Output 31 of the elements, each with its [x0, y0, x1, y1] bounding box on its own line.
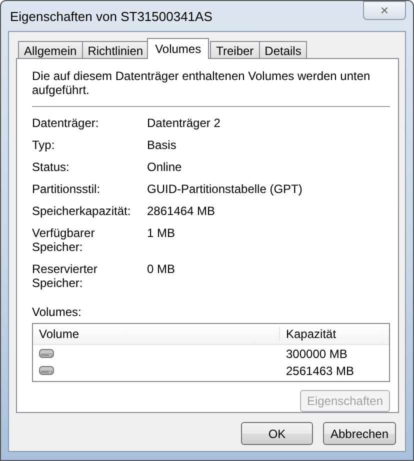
tab[interactable]: Details	[258, 41, 308, 59]
tab[interactable]: Treiber	[210, 41, 260, 59]
property-value: GUID-Partitionstabelle (GPT)	[147, 182, 304, 196]
property-label: Speicherkapazität:	[32, 204, 132, 218]
window-title: Eigenschaften von ST31500341AS	[9, 8, 212, 24]
property-value: Online	[147, 160, 183, 174]
column-header[interactable]: Kapazität	[280, 326, 336, 341]
property-label: Datenträger:	[32, 116, 100, 130]
property-label: Partitionsstil:	[32, 182, 102, 196]
drive-icon	[39, 366, 54, 376]
volumes-label: Volumes:	[32, 304, 82, 319]
capacity-cell-text: 2561463 MB	[285, 364, 354, 378]
property-value: 1 MB	[147, 226, 176, 242]
capacity-cell-text: 300000 MB	[285, 346, 348, 361]
tab[interactable]: Allgemein	[18, 41, 83, 59]
property-label: Reservierter Speicher:	[32, 262, 98, 290]
property-label: Typ:	[32, 138, 56, 152]
tab[interactable]: Richtlinien	[82, 41, 150, 59]
property-value: Datenträger 2	[147, 116, 222, 130]
property-label: Status:	[32, 160, 70, 174]
dialog-button[interactable]: OK	[241, 422, 313, 445]
intro-text: Die auf diesem Datenträger enthaltenen Volumes werden unten aufgeführt.	[32, 69, 372, 97]
property-value: 0 MB	[147, 262, 176, 278]
column-header[interactable]: Volume	[33, 326, 280, 341]
property-value: 2861464 MB	[147, 204, 216, 218]
property-value: Basis	[147, 138, 178, 152]
property-label: Verfügbarer Speicher:	[32, 226, 96, 254]
tab[interactable]: Volumes	[147, 38, 210, 59]
close-button[interactable]: ×	[363, 0, 406, 20]
dialog-button[interactable]: Abbrechen	[323, 422, 396, 445]
drive-icon	[39, 349, 54, 358]
